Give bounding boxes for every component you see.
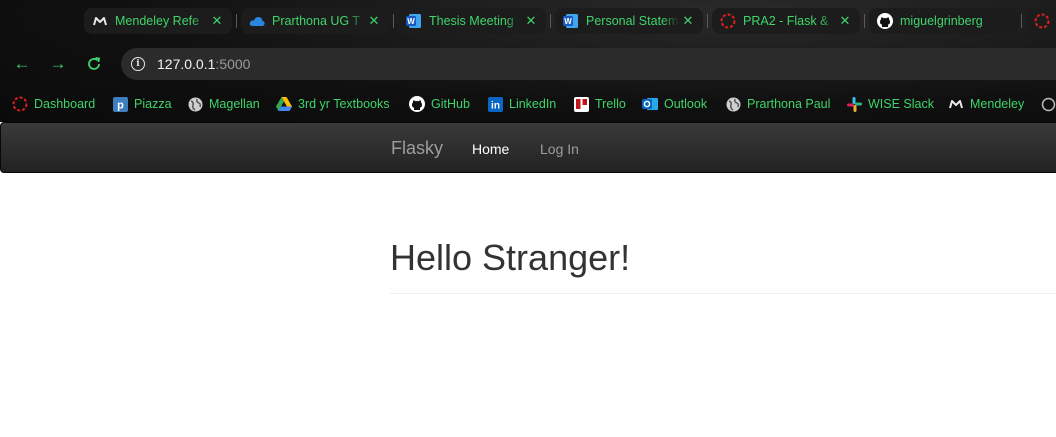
- bookmark-prarthona-paul[interactable]: Prarthona Paul: [725, 94, 830, 114]
- forward-arrow-icon[interactable]: →: [46, 52, 70, 76]
- piazza-icon: p: [112, 96, 128, 112]
- bookmark-label: Magellan: [209, 97, 260, 111]
- bookmark-label: Piazza: [134, 97, 172, 111]
- nav-link-home[interactable]: Home: [472, 141, 509, 157]
- word-icon: W: [406, 13, 422, 29]
- word-icon: W: [563, 13, 579, 29]
- tab-divider: [1021, 14, 1022, 28]
- tab-miguelgrinberg[interactable]: miguelgrinberg: [869, 8, 1019, 34]
- github-icon: [409, 96, 425, 112]
- tab-prarthona-ug[interactable]: Prarthona UG T ✕: [241, 8, 389, 34]
- bookmark-label: Dashboard: [34, 97, 96, 111]
- tab-divider: [550, 14, 551, 28]
- trello-icon: [573, 96, 589, 112]
- bookmark-outlook[interactable]: Outlook: [642, 94, 707, 114]
- close-icon[interactable]: ✕: [208, 13, 226, 29]
- bookmark-label: Trello: [595, 97, 626, 111]
- bookmark-label: 3rd yr Textbooks: [298, 97, 390, 111]
- google-drive-icon: [276, 96, 292, 112]
- close-icon[interactable]: ✕: [522, 13, 540, 29]
- back-arrow-icon[interactable]: ←: [10, 52, 34, 76]
- info-icon[interactable]: i: [131, 57, 145, 71]
- globe-icon: [725, 96, 741, 112]
- bookmark-label: WISE Slack: [868, 97, 934, 111]
- reload-icon[interactable]: [82, 52, 106, 76]
- navbar-brand[interactable]: Flasky: [391, 138, 443, 159]
- close-icon[interactable]: ✕: [679, 13, 697, 29]
- address-bar[interactable]: i 127.0.0.1:5000: [121, 48, 1056, 80]
- bookmark-label: LinkedIn: [509, 97, 557, 111]
- onedrive-icon: [249, 13, 265, 29]
- svg-text:W: W: [407, 17, 415, 26]
- tab-thesis-meeting[interactable]: W Thesis Meeting ✕: [398, 8, 546, 34]
- tab-title: Prarthona UG T: [272, 14, 365, 28]
- tab-pra2-flask[interactable]: PRA2 - Flask & ✕: [712, 8, 860, 34]
- page-heading: Hello Stranger!: [390, 237, 631, 278]
- tab-partial[interactable]: [1026, 8, 1056, 34]
- slack-icon: [846, 96, 862, 112]
- tab-divider: [236, 14, 237, 28]
- bookmark-label: Prarthona Paul: [747, 97, 831, 111]
- nav-link-login[interactable]: Log In: [540, 141, 579, 157]
- bookmarks-bar: Dashboard p Piazza Magellan 3rd yr Textb…: [0, 90, 1056, 118]
- tab-divider: [707, 14, 708, 28]
- svg-text:W: W: [564, 17, 572, 26]
- browser-chrome: Mendeley Refe ✕ Prarthona UG T ✕ W Thesi…: [0, 0, 1056, 122]
- mendeley-icon: [948, 96, 964, 112]
- app-navbar: Flasky Home Log In: [0, 122, 1056, 173]
- tab-title: PRA2 - Flask &: [743, 14, 836, 28]
- tab-title: Personal Statem: [586, 14, 679, 28]
- url-port: :5000: [215, 56, 251, 72]
- bookmark-linkedin[interactable]: in LinkedIn: [487, 94, 556, 114]
- mendeley-icon: [92, 13, 108, 29]
- dashed-circle-icon: [12, 96, 28, 112]
- dashed-circle-icon: [1034, 13, 1050, 29]
- history-icon[interactable]: [1040, 94, 1056, 114]
- tab-strip: Mendeley Refe ✕ Prarthona UG T ✕ W Thesi…: [0, 0, 1056, 40]
- tab-title: miguelgrinberg: [900, 14, 1019, 28]
- bookmark-3rd-yr-textbooks[interactable]: 3rd yr Textbooks: [276, 94, 389, 114]
- tab-divider: [864, 14, 865, 28]
- bookmark-magellan[interactable]: Magellan: [187, 94, 260, 114]
- dashed-circle-icon: [720, 13, 736, 29]
- tab-mendeley[interactable]: Mendeley Refe ✕: [84, 8, 232, 34]
- globe-icon: [187, 96, 203, 112]
- bookmark-label: Mendeley: [970, 97, 1025, 111]
- bookmark-piazza[interactable]: p Piazza: [112, 94, 172, 114]
- bookmark-trello[interactable]: Trello: [573, 94, 626, 114]
- svg-text:in: in: [491, 100, 500, 111]
- svg-text:p: p: [117, 99, 124, 111]
- browser-toolbar: ← → i 127.0.0.1:5000: [0, 44, 1056, 84]
- tab-divider: [393, 14, 394, 28]
- page-header: Hello Stranger!: [390, 232, 1056, 294]
- bookmark-dashboard[interactable]: Dashboard: [12, 94, 95, 114]
- github-icon: [877, 13, 893, 29]
- bookmark-label: Outlook: [664, 97, 708, 111]
- url-host: 127.0.0.1: [157, 56, 216, 72]
- tab-title: Thesis Meeting: [429, 14, 522, 28]
- close-icon[interactable]: ✕: [836, 13, 854, 29]
- tab-title: Mendeley Refe: [115, 14, 208, 28]
- tab-personal-statement[interactable]: W Personal Statem ✕: [555, 8, 703, 34]
- bookmark-wise-slack[interactable]: WISE Slack: [846, 94, 934, 114]
- outlook-icon: [642, 96, 658, 112]
- linkedin-icon: in: [487, 96, 503, 112]
- bookmark-label: GitHub: [431, 97, 470, 111]
- bookmark-github[interactable]: GitHub: [409, 94, 470, 114]
- bookmark-mendeley[interactable]: Mendeley: [948, 94, 1024, 114]
- close-icon[interactable]: ✕: [365, 13, 383, 29]
